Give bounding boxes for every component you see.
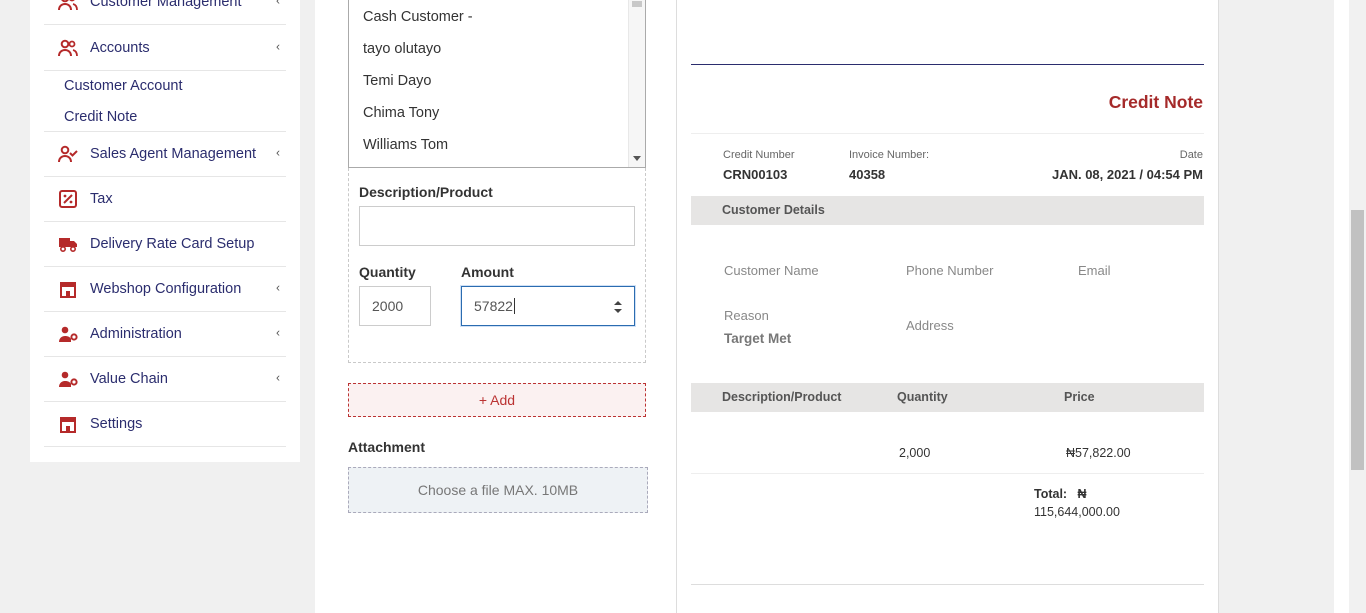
column-header: Description/Product bbox=[722, 390, 842, 404]
chevron-left-icon: ‹ bbox=[276, 0, 280, 8]
customer-select-list[interactable]: Cash Customer - tayo olutayo Temi Dayo C… bbox=[348, 0, 646, 168]
item-entry-box: Description/Product Quantity 2000 Amount… bbox=[348, 168, 646, 363]
total-block: Total: ₦ 115,644,000.00 bbox=[1034, 485, 1184, 521]
list-scrollbar[interactable] bbox=[628, 0, 645, 167]
total-value: 115,644,000.00 bbox=[1034, 505, 1120, 519]
users-icon bbox=[58, 0, 78, 12]
submenu-item-credit-note[interactable]: Credit Note bbox=[64, 109, 137, 125]
total-currency: ₦ bbox=[1077, 487, 1087, 501]
user-gear-icon bbox=[58, 369, 78, 389]
sidebar-item-value-chain[interactable]: Value Chain ‹ bbox=[44, 357, 286, 402]
chevron-left-icon: ‹ bbox=[276, 370, 280, 385]
phone-number-label: Phone Number bbox=[906, 263, 994, 278]
page-scrollbar[interactable] bbox=[1349, 0, 1366, 613]
sidebar-item-administration[interactable]: Administration ‹ bbox=[44, 312, 286, 357]
list-item[interactable]: Cash Customer - bbox=[363, 9, 473, 25]
user-gear-icon bbox=[58, 324, 78, 344]
sidebar-item-customer-management[interactable]: Customer Management ‹ bbox=[44, 0, 286, 25]
scrollbar-thumb[interactable] bbox=[1351, 210, 1364, 470]
amount-value: 57822 bbox=[474, 298, 513, 314]
truck-icon bbox=[58, 234, 78, 254]
page-margin bbox=[1334, 0, 1349, 613]
amount-input[interactable]: 57822 bbox=[461, 286, 635, 326]
list-item[interactable]: Temi Dayo bbox=[363, 73, 432, 89]
description-label: Description/Product bbox=[359, 184, 493, 200]
quantity-label: Quantity bbox=[359, 264, 416, 280]
sidebar-item-webshop-configuration[interactable]: Webshop Configuration ‹ bbox=[44, 267, 286, 312]
scrollbar-thumb[interactable] bbox=[632, 1, 642, 7]
date-value: JAN. 08, 2021 / 04:54 PM bbox=[1051, 167, 1203, 182]
sidebar: Customer Management ‹ Accounts ‹ Custome… bbox=[30, 0, 300, 462]
sidebar-item-label: Value Chain bbox=[90, 371, 168, 387]
accounts-submenu: Customer Account Credit Note bbox=[44, 71, 286, 132]
footer-divider bbox=[691, 584, 1204, 585]
sidebar-item-label: Customer Management bbox=[90, 0, 242, 10]
address-label: Address bbox=[906, 318, 954, 333]
credit-note-form: Cash Customer - tayo olutayo Temi Dayo C… bbox=[315, 0, 677, 613]
description-input[interactable] bbox=[359, 206, 635, 246]
customer-name-label: Customer Name bbox=[724, 263, 819, 278]
header-divider bbox=[691, 64, 1204, 65]
credit-note-preview: Credit Note Credit Number CRN00103 Invoi… bbox=[676, 0, 1219, 613]
customer-details-label: Customer Details bbox=[722, 203, 825, 217]
list-item[interactable]: Williams Tom bbox=[363, 137, 448, 153]
chevron-left-icon: ‹ bbox=[276, 145, 280, 160]
file-upload-input[interactable]: Choose a file MAX. 10MB bbox=[348, 467, 648, 513]
scroll-down-arrow-icon[interactable] bbox=[633, 156, 641, 161]
store-icon bbox=[58, 279, 78, 299]
customer-details-header: Customer Details bbox=[691, 196, 1204, 225]
attachment-label: Attachment bbox=[348, 439, 426, 455]
reason-label: Reason bbox=[724, 308, 769, 323]
row-quantity: 2,000 bbox=[899, 446, 931, 460]
list-item[interactable]: tayo olutayo bbox=[363, 41, 441, 57]
items-table-header: Description/Product Quantity Price bbox=[691, 383, 1204, 412]
text-cursor bbox=[513, 298, 515, 314]
users-icon bbox=[58, 38, 78, 58]
reason-value: Target Met bbox=[724, 331, 792, 346]
sidebar-item-label: Tax bbox=[90, 191, 113, 207]
sidebar-item-accounts[interactable]: Accounts ‹ bbox=[44, 26, 286, 71]
credit-number-label: Credit Number bbox=[723, 149, 795, 161]
list-item[interactable]: Chima Tony bbox=[363, 105, 439, 121]
total-label: Total: bbox=[1034, 487, 1068, 501]
page-title: Credit Note bbox=[1108, 92, 1203, 112]
chevron-left-icon: ‹ bbox=[276, 325, 280, 340]
column-header: Quantity bbox=[897, 390, 948, 404]
row-price: ₦57,822.00 bbox=[1066, 446, 1131, 460]
sidebar-item-label: Webshop Configuration bbox=[90, 281, 242, 297]
sidebar-item-label: Administration bbox=[90, 326, 182, 342]
invoice-number-label: Invoice Number: bbox=[849, 149, 930, 161]
date-label: Date bbox=[1179, 149, 1203, 161]
column-header: Price bbox=[1064, 390, 1095, 404]
add-item-button[interactable]: + Add bbox=[348, 383, 646, 417]
sidebar-item-sales-agent-management[interactable]: Sales Agent Management ‹ bbox=[44, 132, 286, 177]
sidebar-item-delivery-rate-card-setup[interactable]: Delivery Rate Card Setup bbox=[44, 222, 286, 267]
sidebar-item-label: Delivery Rate Card Setup bbox=[90, 236, 255, 252]
sidebar-item-label: Sales Agent Management bbox=[90, 146, 257, 162]
submenu-item-customer-account[interactable]: Customer Account bbox=[64, 78, 182, 94]
amount-label: Amount bbox=[461, 264, 514, 280]
sidebar-item-label: Accounts bbox=[90, 40, 150, 56]
number-spinner-icon[interactable] bbox=[614, 300, 622, 314]
sidebar-item-settings[interactable]: Settings bbox=[44, 402, 286, 447]
email-label: Email bbox=[1078, 263, 1111, 278]
sidebar-item-tax[interactable]: Tax bbox=[44, 177, 286, 222]
quantity-input[interactable]: 2000 bbox=[359, 286, 431, 326]
user-check-icon bbox=[58, 144, 78, 164]
store-icon bbox=[58, 414, 78, 434]
invoice-number-value: 40358 bbox=[849, 167, 886, 182]
sidebar-item-label: Settings bbox=[90, 416, 143, 432]
divider bbox=[691, 133, 1204, 134]
table-row: 2,000 ₦57,822.00 bbox=[691, 412, 1204, 474]
credit-number-value: CRN00103 bbox=[723, 167, 788, 182]
chevron-left-icon: ‹ bbox=[276, 280, 280, 295]
chevron-left-icon: ‹ bbox=[276, 39, 280, 54]
percent-icon bbox=[58, 189, 78, 209]
